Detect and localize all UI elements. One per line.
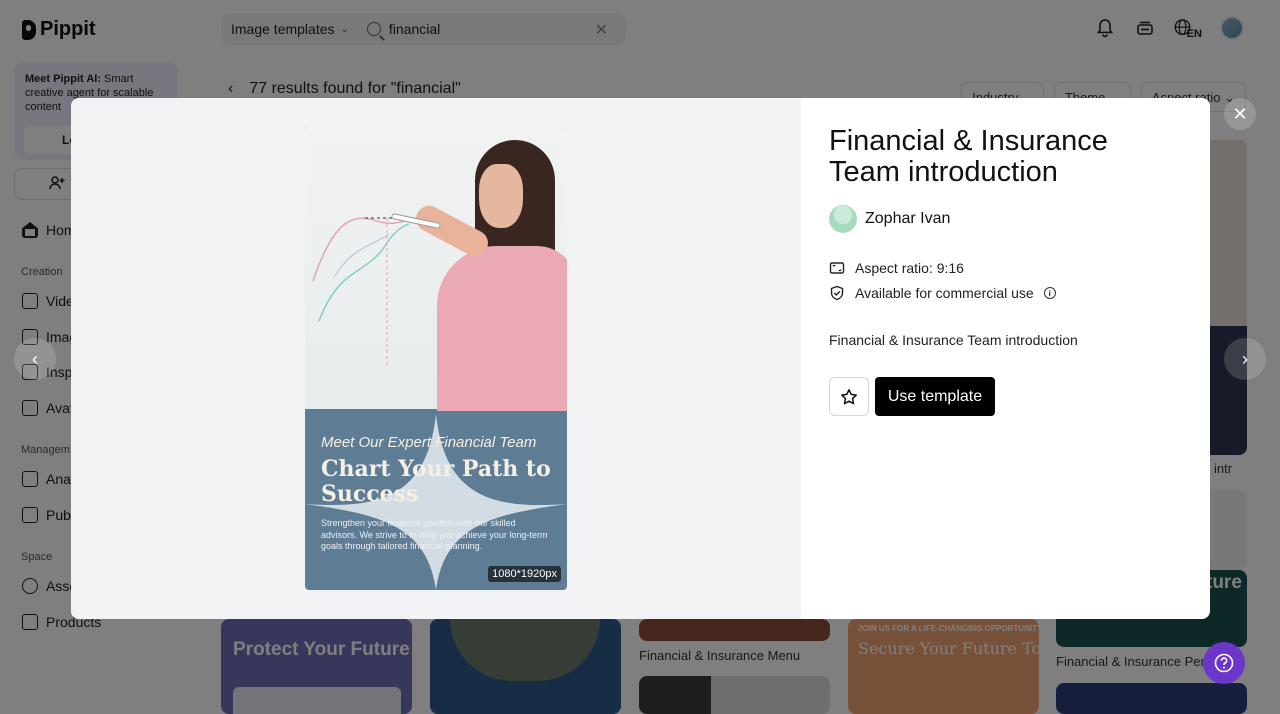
- commercial-use-text: Available for commercial use: [855, 285, 1034, 301]
- favorite-button[interactable]: [829, 377, 869, 416]
- template-description: Financial & Insurance Team introduction: [829, 332, 1078, 348]
- author-name: Zophar Ivan: [865, 210, 951, 227]
- help-button[interactable]: [1203, 642, 1245, 684]
- commercial-use-row: Available for commercial use i: [829, 285, 1056, 301]
- author-avatar: [829, 205, 857, 233]
- dimensions-badge: 1080*1920px: [488, 566, 561, 582]
- preview-photo: [305, 126, 567, 411]
- template-detail-modal: Meet Our Expert Financial Team Chart You…: [71, 98, 1210, 619]
- help-icon: [1214, 653, 1234, 673]
- template-title: Financial & Insurance Team introduction: [829, 125, 1108, 188]
- preview-body: Strengthen your financial position with …: [321, 518, 548, 551]
- aspect-ratio-row: Aspect ratio: 9:16: [829, 260, 964, 276]
- woman-face: [479, 164, 523, 228]
- aspect-ratio-text: Aspect ratio: 9:16: [855, 260, 964, 276]
- preview-heading: Chart Your Path to Success: [321, 456, 551, 507]
- template-preview: Meet Our Expert Financial Team Chart You…: [305, 126, 567, 590]
- next-template-button[interactable]: ›: [1224, 338, 1266, 380]
- woman-body: [437, 246, 567, 411]
- preview-pane: Meet Our Expert Financial Team Chart You…: [71, 98, 801, 619]
- aspect-ratio-icon: [829, 260, 845, 276]
- author[interactable]: Zophar Ivan: [829, 205, 950, 233]
- close-icon[interactable]: ✕: [1224, 98, 1256, 130]
- shield-check-icon: [829, 285, 845, 301]
- info-icon[interactable]: i: [1043, 287, 1056, 299]
- star-icon: [841, 388, 857, 404]
- previous-template-button[interactable]: ‹: [14, 338, 56, 380]
- use-template-button[interactable]: Use template: [875, 377, 995, 416]
- preview-subheading: Meet Our Expert Financial Team: [321, 434, 537, 451]
